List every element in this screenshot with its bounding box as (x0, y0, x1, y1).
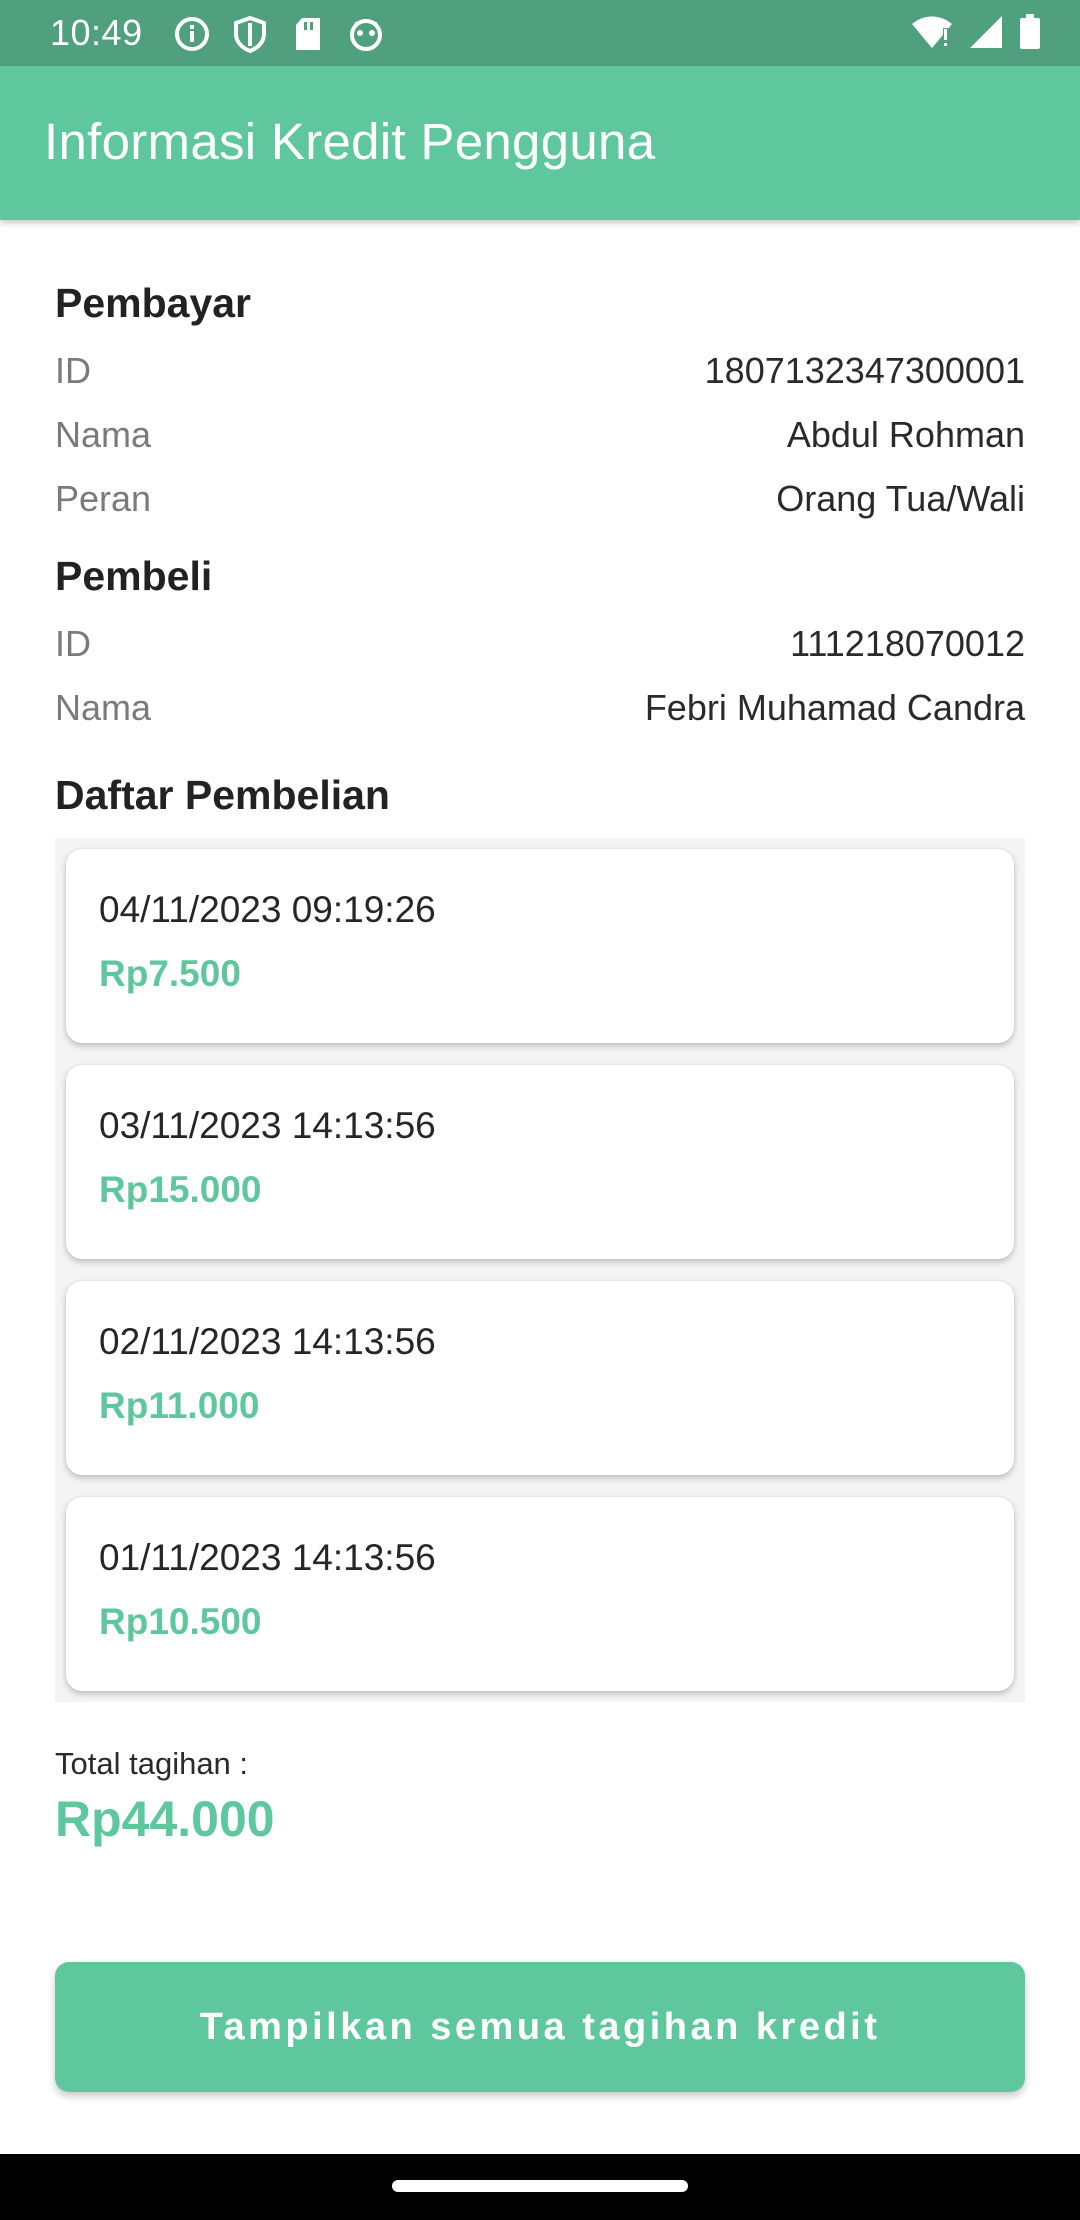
info-icon (172, 14, 212, 54)
payer-id-row: ID 1807132347300001 (55, 350, 1025, 400)
buyer-section-title: Pembeli (55, 553, 213, 599)
status-time: 10:49 (50, 12, 143, 53)
buyer-id-row: ID 111218070012 (55, 623, 1025, 673)
buyer-id-label: ID (55, 623, 91, 664)
purchase-date: 02/11/2023 14:13:56 (99, 1321, 436, 1362)
status-icons-right (910, 14, 1042, 55)
total-value: Rp44.000 (55, 1791, 275, 1847)
payer-name-row: Nama Abdul Rohman (55, 414, 1025, 464)
payer-section-title: Pembayar (55, 280, 252, 326)
shield-icon (230, 14, 270, 54)
show-all-credit-bills-button[interactable]: Tampilkan semua tagihan kredit (55, 1962, 1025, 2092)
payer-role-row: Peran Orang Tua/Wali (55, 478, 1025, 528)
cell-signal-icon (968, 14, 1004, 55)
purchase-amount: Rp7.500 (99, 953, 241, 994)
sd-card-icon (288, 14, 328, 54)
buyer-id-value: 111218070012 (790, 623, 1025, 664)
purchase-date: 04/11/2023 09:19:26 (99, 889, 436, 930)
page-title: Informasi Kredit Pengguna (44, 113, 656, 170)
face-icon (346, 14, 386, 54)
purchase-date: 03/11/2023 14:13:56 (99, 1105, 436, 1146)
purchase-date: 01/11/2023 14:13:56 (99, 1537, 436, 1578)
buyer-name-label: Nama (55, 687, 152, 728)
purchase-list[interactable]: 04/11/2023 09:19:26 Rp7.500 03/11/2023 1… (55, 838, 1025, 1702)
home-indicator[interactable] (392, 2180, 688, 2192)
payer-name-label: Nama (55, 414, 152, 455)
purchase-card[interactable]: 04/11/2023 09:19:26 Rp7.500 (66, 849, 1014, 1043)
purchase-amount: Rp15.000 (99, 1169, 262, 1210)
battery-icon (1018, 14, 1042, 55)
purchase-card[interactable]: 01/11/2023 14:13:56 Rp10.500 (66, 1497, 1014, 1691)
purchase-card[interactable]: 02/11/2023 14:13:56 Rp11.000 (66, 1281, 1014, 1475)
buyer-name-row: Nama Febri Muhamad Candra (55, 687, 1025, 737)
payer-id-label: ID (55, 350, 91, 391)
app-bar: Informasi Kredit Pengguna (0, 66, 1080, 220)
payer-role-value: Orang Tua/Wali (776, 478, 1025, 519)
purchase-card[interactable]: 03/11/2023 14:13:56 Rp15.000 (66, 1065, 1014, 1259)
payer-role-label: Peran (55, 478, 152, 519)
navigation-bar (0, 2154, 1080, 2220)
status-icons-left (172, 14, 386, 54)
payer-id-value: 1807132347300001 (704, 350, 1025, 391)
purchase-list-title: Daftar Pembelian (55, 772, 390, 818)
status-bar: 10:49 (0, 0, 1080, 66)
total-label: Total tagihan : (55, 1746, 249, 1781)
wifi-alert-icon (910, 14, 954, 55)
buyer-name-value: Febri Muhamad Candra (644, 687, 1025, 728)
purchase-amount: Rp11.000 (99, 1385, 260, 1426)
purchase-amount: Rp10.500 (99, 1601, 262, 1642)
payer-name-value: Abdul Rohman (786, 414, 1025, 455)
